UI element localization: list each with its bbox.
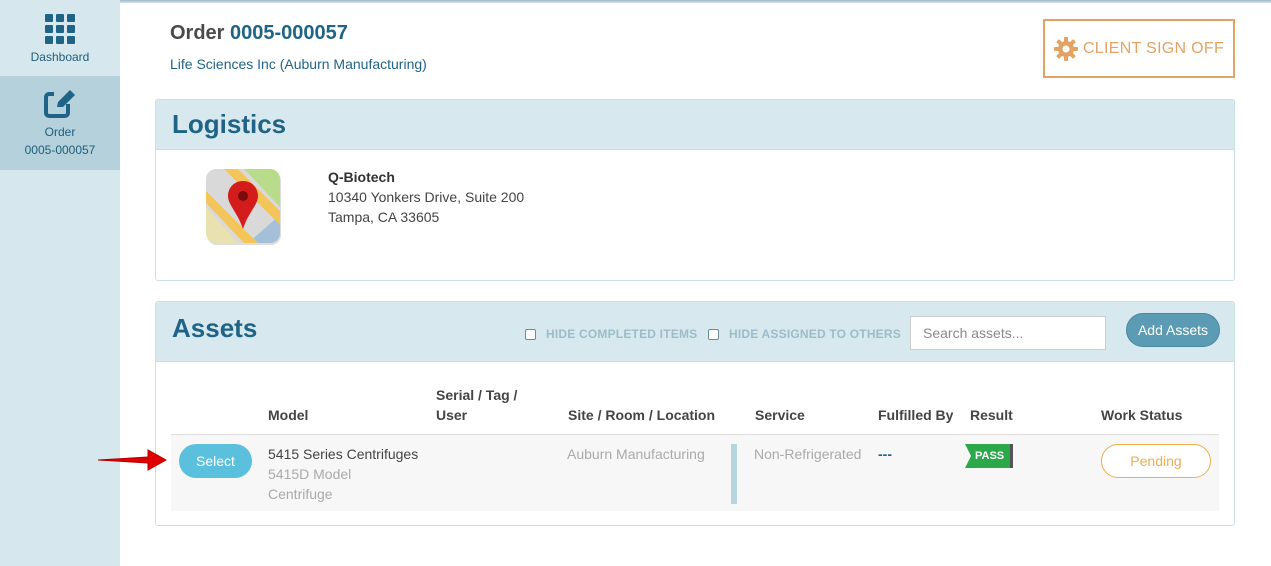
client-name[interactable]: Life Sciences Inc (Auburn Manufacturing) xyxy=(170,56,427,72)
hide-completed-label: HIDE COMPLETED ITEMS xyxy=(546,327,698,341)
col-header-service[interactable]: Service xyxy=(755,405,805,425)
col-header-serial-line1: Serial / Tag / xyxy=(436,387,518,403)
gear-icon xyxy=(1053,36,1078,61)
col-header-result[interactable]: Result xyxy=(970,405,1013,425)
logistics-title: Logistics xyxy=(172,109,287,139)
order-number: 0005-000057 xyxy=(230,22,348,44)
model-sub-2: Centrifuge xyxy=(268,486,333,502)
assets-panel: Assets HIDE COMPLETED ITEMS HIDE ASSIGNE… xyxy=(155,301,1235,526)
client-sign-off-label: CLIENT SIGN OFF xyxy=(1082,39,1225,57)
model-name: 5415 Series Centrifuges xyxy=(268,446,419,462)
logistics-header: Logistics xyxy=(156,100,1234,150)
hide-assigned-filter[interactable]: HIDE ASSIGNED TO OTHERS xyxy=(708,327,901,341)
work-status-button[interactable]: Pending xyxy=(1101,444,1211,478)
map-pin-icon[interactable] xyxy=(204,167,282,245)
address-line-1: 10340 Yonkers Drive, Suite 200 xyxy=(328,189,525,205)
model-sub-1: 5415D Model xyxy=(268,466,352,482)
sidebar-item-dashboard[interactable]: Dashboard xyxy=(0,8,120,74)
col-header-model[interactable]: Model xyxy=(268,405,308,425)
hide-completed-filter[interactable]: HIDE COMPLETED ITEMS xyxy=(525,327,697,341)
col-header-serial[interactable]: Serial / Tag / User xyxy=(436,385,517,425)
hide-assigned-label: HIDE ASSIGNED TO OTHERS xyxy=(729,327,901,341)
result-label: PASS xyxy=(975,450,1005,462)
search-assets-input[interactable] xyxy=(910,316,1106,350)
col-header-fulfilled[interactable]: Fulfilled By xyxy=(878,405,953,425)
site-name: Q-Biotech xyxy=(328,169,395,185)
edit-icon xyxy=(44,90,76,118)
page-title: Order 0005-000057 xyxy=(170,22,348,45)
service-cell: Non-Refrigerated xyxy=(754,446,862,462)
red-arrow-icon xyxy=(97,449,168,471)
model-cell: 5415 Series Centrifuges 5415D Model Cent… xyxy=(268,444,418,504)
dashboard-grid-icon xyxy=(45,14,75,44)
client-sign-off-button[interactable]: CLIENT SIGN OFF xyxy=(1043,19,1235,78)
result-badge: PASS xyxy=(965,444,1013,468)
site-cell: Auburn Manufacturing xyxy=(567,446,705,462)
col-header-serial-line2: User xyxy=(436,407,468,423)
sidebar-item-label: Order xyxy=(44,125,76,139)
select-button[interactable]: Select xyxy=(179,444,252,478)
sidebar-item-label: Dashboard xyxy=(30,50,90,64)
sidebar-item-sublabel: 0005-000057 xyxy=(24,143,96,157)
add-assets-button[interactable]: Add Assets xyxy=(1126,313,1220,347)
fulfilled-by-cell: --- xyxy=(878,446,892,462)
assets-header: Assets HIDE COMPLETED ITEMS HIDE ASSIGNE… xyxy=(156,302,1234,362)
hide-completed-checkbox[interactable] xyxy=(525,328,536,340)
row-divider xyxy=(731,444,737,504)
sidebar-item-order[interactable]: Order 0005-000057 xyxy=(0,76,120,170)
address-line-2: Tampa, CA 33605 xyxy=(328,209,440,225)
order-prefix: Order xyxy=(170,22,225,44)
col-header-site[interactable]: Site / Room / Location xyxy=(568,405,715,425)
hide-assigned-checkbox[interactable] xyxy=(708,328,719,340)
top-border xyxy=(0,0,1271,3)
assets-title: Assets xyxy=(172,313,258,343)
col-header-work-status[interactable]: Work Status xyxy=(1101,405,1182,425)
table-row: Select 5415 Series Centrifuges 5415D Mod… xyxy=(171,434,1219,511)
logistics-address: Q-Biotech 10340 Yonkers Drive, Suite 200… xyxy=(328,167,524,227)
sidebar: Dashboard Order 0005-000057 xyxy=(0,0,120,566)
logistics-panel: Logistics Q-Biotech 10340 Yonkers Drive,… xyxy=(155,99,1235,281)
